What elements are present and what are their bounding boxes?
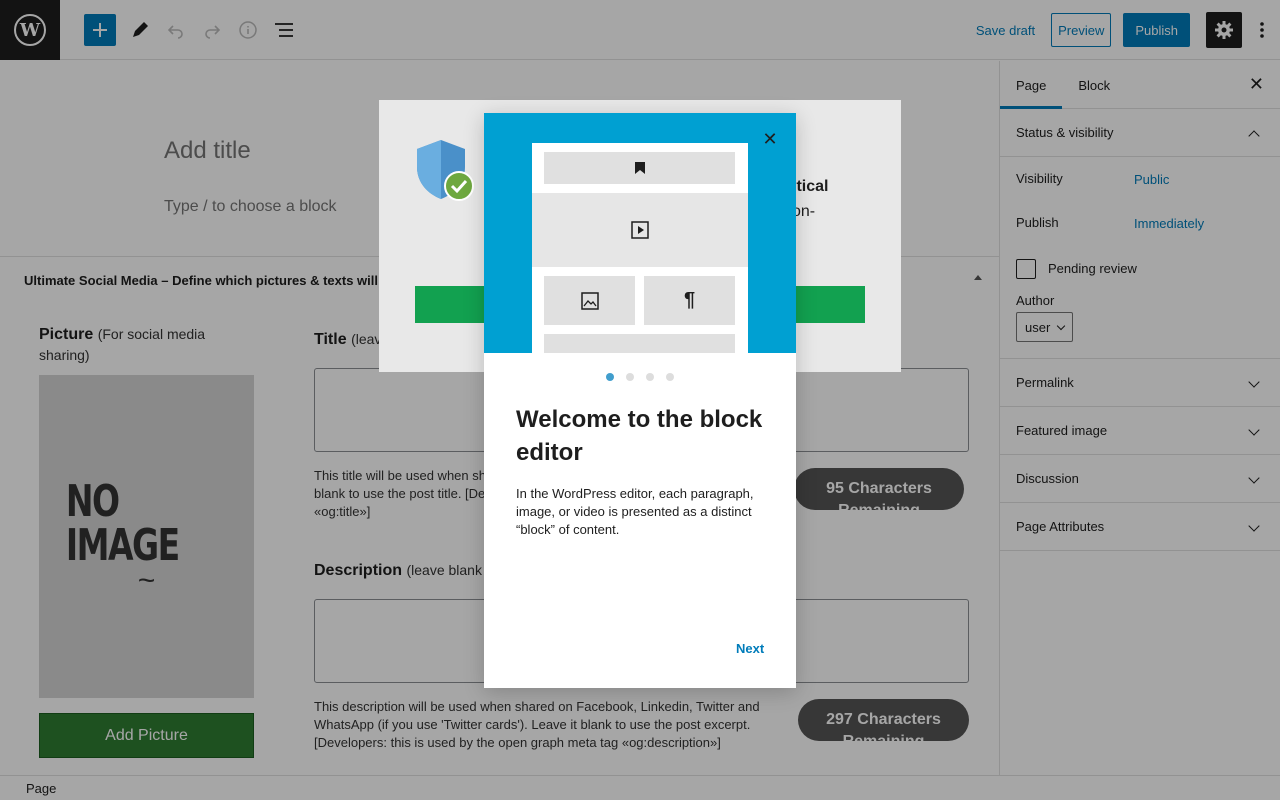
mock-block: ¶ (644, 276, 735, 325)
image-icon (580, 291, 599, 310)
page-dot[interactable] (666, 373, 674, 381)
mock-block (544, 276, 635, 325)
guide-title: Welcome to the block editor (516, 406, 763, 466)
paragraph-icon: ¶ (683, 289, 696, 311)
block-editor-mockup: ¶ (532, 143, 748, 353)
welcome-guide-dialog: ¶ ✕ Welcome to the block editor In the W… (484, 113, 796, 688)
guide-illustration: ¶ (484, 113, 796, 353)
bookmark-icon (634, 162, 645, 174)
page-dot[interactable] (646, 373, 654, 381)
guide-text: In the WordPress editor, each paragraph,… (516, 486, 754, 537)
mock-block (532, 193, 748, 267)
page-dot[interactable] (606, 373, 614, 381)
close-icon[interactable]: ✕ (760, 129, 780, 149)
page-dot[interactable] (626, 373, 634, 381)
mock-block (544, 334, 735, 353)
guide-page-dots (484, 373, 796, 381)
video-icon (631, 221, 649, 239)
next-button[interactable]: Next (736, 641, 764, 656)
mock-block (544, 152, 735, 184)
shield-check-icon (415, 138, 475, 205)
plugin-modal-heading: itical (792, 178, 829, 195)
